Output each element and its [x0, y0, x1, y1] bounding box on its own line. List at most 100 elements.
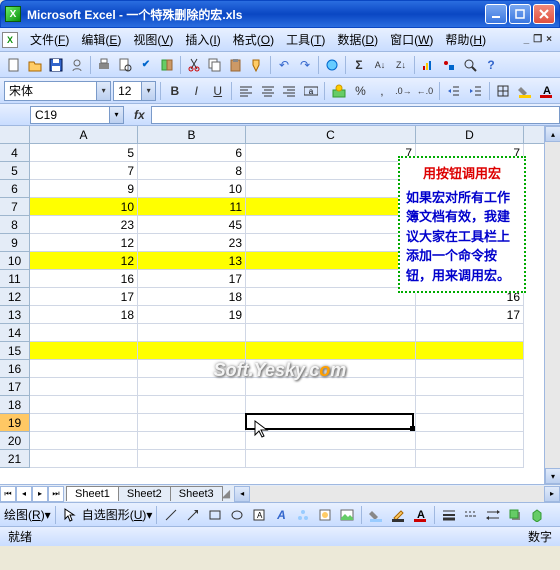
row-header[interactable]: 20 — [0, 432, 29, 450]
chevron-down-icon[interactable]: ▾ — [96, 82, 110, 100]
line-icon[interactable] — [161, 505, 181, 525]
cell[interactable] — [416, 342, 524, 360]
scroll-left-icon[interactable]: ◂ — [234, 486, 250, 502]
cell[interactable] — [416, 450, 524, 468]
row-header[interactable]: 21 — [0, 450, 29, 468]
menu-h[interactable]: 帮助(H) — [439, 28, 492, 51]
col-header-C[interactable]: C — [246, 126, 416, 143]
sort-asc-icon[interactable]: A↓ — [370, 55, 390, 75]
sort-desc-icon[interactable]: Z↓ — [391, 55, 411, 75]
menu-f[interactable]: 文件(F) — [24, 28, 75, 51]
decrease-indent-icon[interactable] — [444, 81, 463, 101]
sheet-tab[interactable]: Sheet3 — [170, 486, 223, 501]
cell[interactable] — [30, 360, 138, 378]
permission-icon[interactable] — [67, 55, 87, 75]
cell[interactable] — [246, 252, 416, 270]
font-color-draw-icon[interactable]: A — [410, 505, 430, 525]
3d-icon[interactable] — [527, 505, 547, 525]
rectangle-icon[interactable] — [205, 505, 225, 525]
cell[interactable] — [138, 450, 246, 468]
increase-indent-icon[interactable] — [465, 81, 484, 101]
cell[interactable]: 7 — [30, 162, 138, 180]
merge-center-icon[interactable]: a — [301, 81, 320, 101]
align-right-icon[interactable] — [279, 81, 298, 101]
name-box[interactable]: C19 ▾ — [30, 106, 124, 124]
tab-next-icon[interactable]: ▸ — [32, 486, 48, 502]
cell[interactable] — [416, 432, 524, 450]
menu-w[interactable]: 窗口(W) — [384, 28, 439, 51]
cell[interactable] — [30, 432, 138, 450]
row-header[interactable]: 12 — [0, 288, 29, 306]
wb-close-button[interactable]: × — [546, 34, 552, 45]
wordart-icon[interactable]: A — [271, 505, 291, 525]
scroll-right-icon[interactable]: ▸ — [544, 486, 560, 502]
autosum-icon[interactable]: Σ — [349, 55, 369, 75]
row-header[interactable]: 10 — [0, 252, 29, 270]
cell[interactable] — [246, 216, 416, 234]
textbox-icon[interactable]: A — [249, 505, 269, 525]
paste-icon[interactable] — [226, 55, 246, 75]
draw-menu[interactable]: 绘图(R)▾ — [4, 506, 51, 523]
select-objects-icon[interactable] — [60, 505, 80, 525]
cell[interactable] — [416, 378, 524, 396]
chart-wizard-icon[interactable] — [418, 55, 438, 75]
cell[interactable]: 16 — [30, 270, 138, 288]
cell[interactable]: 10 — [30, 198, 138, 216]
align-left-icon[interactable] — [236, 81, 255, 101]
cell[interactable] — [246, 414, 416, 432]
cell[interactable] — [246, 342, 416, 360]
arrow-style-icon[interactable] — [483, 505, 503, 525]
sheet-tab[interactable]: Sheet1 — [66, 486, 119, 501]
cell[interactable]: 45 — [138, 216, 246, 234]
cell[interactable] — [138, 360, 246, 378]
cell[interactable] — [416, 396, 524, 414]
cell[interactable] — [416, 414, 524, 432]
cell[interactable]: 12 — [30, 234, 138, 252]
cell[interactable] — [416, 360, 524, 378]
increase-decimal-icon[interactable]: .0→ — [394, 81, 413, 101]
cell[interactable]: 6 — [138, 144, 246, 162]
cell[interactable] — [246, 180, 416, 198]
col-header-B[interactable]: B — [138, 126, 246, 143]
cell[interactable]: 23 — [138, 234, 246, 252]
row-header[interactable]: 19 — [0, 414, 29, 432]
copy-icon[interactable] — [205, 55, 225, 75]
chevron-down-icon[interactable]: ▾ — [141, 82, 155, 100]
scroll-up-icon[interactable]: ▴ — [545, 126, 560, 142]
italic-button[interactable]: I — [187, 81, 206, 101]
cell[interactable]: 23 — [30, 216, 138, 234]
dash-style-icon[interactable] — [461, 505, 481, 525]
cell[interactable] — [246, 288, 416, 306]
cell[interactable] — [138, 378, 246, 396]
cell[interactable] — [30, 378, 138, 396]
help-icon[interactable]: ? — [481, 55, 501, 75]
undo-icon[interactable]: ↶ — [274, 55, 294, 75]
shadow-icon[interactable] — [505, 505, 525, 525]
percent-icon[interactable]: % — [351, 81, 370, 101]
row-header[interactable]: 15 — [0, 342, 29, 360]
cell[interactable]: 9 — [30, 180, 138, 198]
cell[interactable] — [138, 324, 246, 342]
wb-restore-button[interactable]: ❐ — [533, 34, 542, 45]
zoom-icon[interactable] — [460, 55, 480, 75]
spelling-icon[interactable]: ✔ — [136, 55, 156, 75]
row-header[interactable]: 18 — [0, 396, 29, 414]
col-header-A[interactable]: A — [30, 126, 138, 143]
open-icon[interactable] — [25, 55, 45, 75]
cell[interactable] — [138, 396, 246, 414]
row-header[interactable]: 5 — [0, 162, 29, 180]
cell[interactable]: 19 — [138, 306, 246, 324]
diagram-icon[interactable] — [293, 505, 313, 525]
row-header[interactable]: 4 — [0, 144, 29, 162]
drawing-icon[interactable] — [439, 55, 459, 75]
menu-e[interactable]: 编辑(E) — [75, 28, 127, 51]
font-size-combo[interactable]: 12▾ — [113, 81, 156, 101]
oval-icon[interactable] — [227, 505, 247, 525]
line-color-icon[interactable] — [388, 505, 408, 525]
col-header-D[interactable]: D — [416, 126, 524, 143]
clipart-icon[interactable] — [315, 505, 335, 525]
cell[interactable] — [138, 414, 246, 432]
cell[interactable] — [246, 270, 416, 288]
cut-icon[interactable] — [184, 55, 204, 75]
cell[interactable] — [30, 414, 138, 432]
